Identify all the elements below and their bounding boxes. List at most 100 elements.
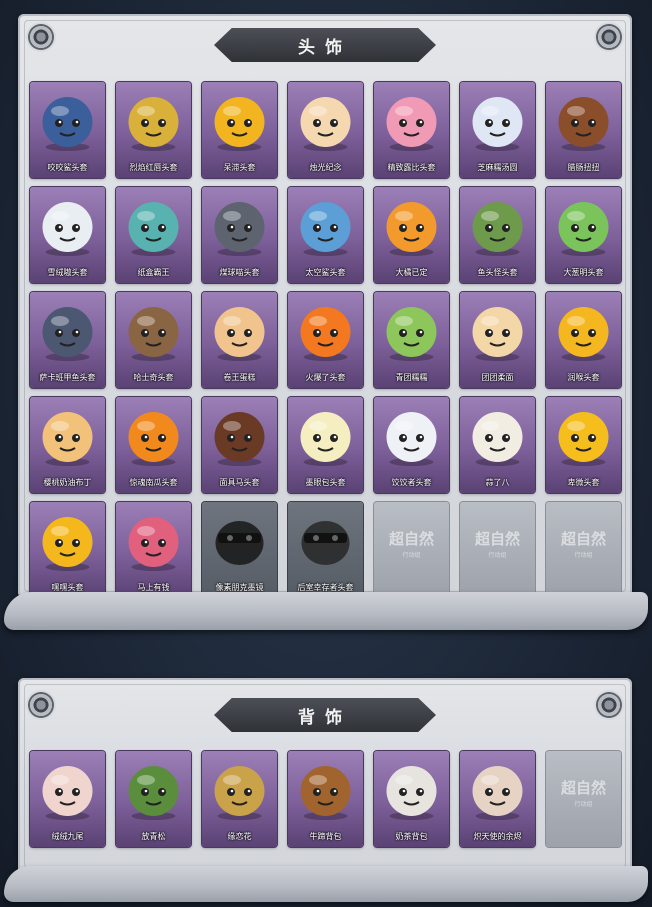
item-card[interactable]: 牛蹄背包 <box>288 751 363 847</box>
gas-mask-helmet-icon <box>301 521 350 565</box>
item-card[interactable]: 腊肠扭扭 <box>546 82 621 178</box>
item-name: 哈士奇头套 <box>133 373 174 382</box>
item-name: 卑微头套 <box>567 478 600 487</box>
item-card[interactable]: 嘿嘿头套 <box>30 502 105 598</box>
watermark-title: 超自然 <box>560 530 606 548</box>
watermark-subtitle: 行动组 <box>488 552 507 559</box>
item-card[interactable]: 炽天使的余烬 <box>460 751 535 847</box>
item-name: 精致露比头套 <box>387 163 436 172</box>
scroll-edge <box>4 592 648 630</box>
husky-sunglasses-icon <box>128 307 179 361</box>
lightbulb-crown-icon <box>300 412 351 466</box>
smug-face-icon <box>558 307 609 361</box>
item-card[interactable]: 缘恋花 <box>202 751 277 847</box>
item-card[interactable]: 煤球喵头套 <box>202 187 277 283</box>
item-card[interactable]: 惊魂南瓜头套 <box>116 397 191 493</box>
item-name: 煤球喵头套 <box>219 268 260 277</box>
rice-ball-flower-icon <box>472 97 523 151</box>
item-name: 奶茶背包 <box>395 832 428 841</box>
item-name: 惊魂南瓜头套 <box>129 478 178 487</box>
item-name: 放青松 <box>141 832 166 841</box>
item-name: 萨卡班甲鱼头套 <box>39 373 96 382</box>
item-card[interactable]: 放青松 <box>116 751 191 847</box>
armored-fish-icon <box>42 307 93 361</box>
watermark-title: 超自然 <box>388 530 434 548</box>
item-name: 大橘已定 <box>395 268 428 277</box>
item-card[interactable]: 饺饺者头套 <box>374 397 449 493</box>
item-card[interactable]: 后室幸存者头套 <box>288 502 363 598</box>
item-card[interactable]: 纸盒霸王 <box>116 187 191 283</box>
locked-slot: 超自然 行动组 <box>374 502 449 598</box>
pikachu-sunglasses-icon <box>128 97 179 151</box>
space-shark-icon <box>300 202 351 256</box>
item-card[interactable]: 润喉头套 <box>546 292 621 388</box>
item-card[interactable]: 大橘已定 <box>374 187 449 283</box>
potted-pine-icon <box>128 766 179 820</box>
item-card[interactable]: 团团柔面 <box>460 292 535 388</box>
item-card[interactable]: 像素朋克墨镜 <box>202 502 277 598</box>
item-name: 樱桃奶油布丁 <box>43 478 92 487</box>
item-card[interactable]: 墨眼包头套 <box>288 397 363 493</box>
item-name: 腊肠扭扭 <box>567 163 600 172</box>
item-card[interactable]: 火爆了头套 <box>288 292 363 388</box>
back-accessory-panel: 背饰 绒绒九尾 放青松 缘恋花 牛蹄背包 奶茶背包 炽天使的余烬 超自然 行动组 <box>18 678 632 874</box>
grin-face-icon <box>42 517 93 571</box>
orange-slice-icon <box>386 202 437 256</box>
pudding-icon <box>42 412 93 466</box>
milk-tea-backpack-icon <box>386 766 437 820</box>
item-card[interactable]: 芝麻糯汤圆 <box>460 82 535 178</box>
shark-icon <box>42 97 93 151</box>
box-dinosaur-icon <box>128 202 179 256</box>
gray-cat-icon <box>214 202 265 256</box>
item-name: 烛光纪念 <box>309 163 342 172</box>
watermark-logo: 超自然 行动组 <box>556 528 611 559</box>
item-card[interactable]: 太空鲨头套 <box>288 187 363 283</box>
pink-horse-icon <box>128 517 179 571</box>
item-name: 卷王蛋糕 <box>223 373 256 382</box>
item-card[interactable]: 哈士奇头套 <box>116 292 191 388</box>
item-card[interactable]: 精致露比头套 <box>374 82 449 178</box>
section-title-banner: 背饰 <box>214 698 436 732</box>
corner-ornament-icon <box>596 24 622 50</box>
dazed-face-icon <box>214 97 265 151</box>
watermark-logo: 超自然 行动组 <box>556 777 611 808</box>
item-card[interactable]: 奶茶背包 <box>374 751 449 847</box>
item-name: 绒绒九尾 <box>51 832 84 841</box>
item-card[interactable]: 萨卡班甲鱼头套 <box>30 292 105 388</box>
item-card[interactable]: 咬咬鲨头套 <box>30 82 105 178</box>
hamster-bun-icon <box>472 307 523 361</box>
item-card[interactable]: 雪绒嗷头套 <box>30 187 105 283</box>
item-card[interactable]: 面具马头套 <box>202 397 277 493</box>
item-card[interactable]: 呆滞头套 <box>202 82 277 178</box>
item-card[interactable]: 绒绒九尾 <box>30 751 105 847</box>
item-card[interactable]: 烛光纪念 <box>288 82 363 178</box>
item-card[interactable]: 蒜了八 <box>460 397 535 493</box>
item-name: 纸盒霸王 <box>137 268 170 277</box>
locked-slot: 超自然 行动组 <box>460 502 535 598</box>
dumpling-cloud-icon <box>386 412 437 466</box>
item-card[interactable]: 青团糯糯 <box>374 292 449 388</box>
dachshund-icon <box>558 97 609 151</box>
section-title-banner: 头饰 <box>214 28 436 62</box>
item-name: 鱼头怪头套 <box>477 268 518 277</box>
green-onion-icon <box>558 202 609 256</box>
item-name: 炽天使的余烬 <box>473 832 522 841</box>
item-card[interactable]: 卷王蛋糕 <box>202 292 277 388</box>
pink-pig-icon <box>386 97 437 151</box>
corner-ornament-icon <box>28 692 54 718</box>
pixel-sunglasses-icon <box>215 521 264 565</box>
angel-girl-icon <box>472 766 523 820</box>
item-card[interactable]: 鱼头怪头套 <box>460 187 535 283</box>
item-card[interactable]: 樱桃奶油布丁 <box>30 397 105 493</box>
watermark-subtitle: 行动组 <box>574 801 593 808</box>
bell-wreath-icon <box>214 766 265 820</box>
item-card[interactable]: 卑微头套 <box>546 397 621 493</box>
nine-tail-fox-icon <box>42 766 93 820</box>
item-name: 火爆了头套 <box>305 373 346 382</box>
item-card[interactable]: 烈焰红唇头套 <box>116 82 191 178</box>
item-card[interactable]: 大葱明头套 <box>546 187 621 283</box>
section-title: 头饰 <box>298 37 352 58</box>
item-name: 太空鲨头套 <box>305 268 346 277</box>
watermark-logo: 超自然 行动组 <box>384 528 439 559</box>
item-card[interactable]: 马上有钱 <box>116 502 191 598</box>
